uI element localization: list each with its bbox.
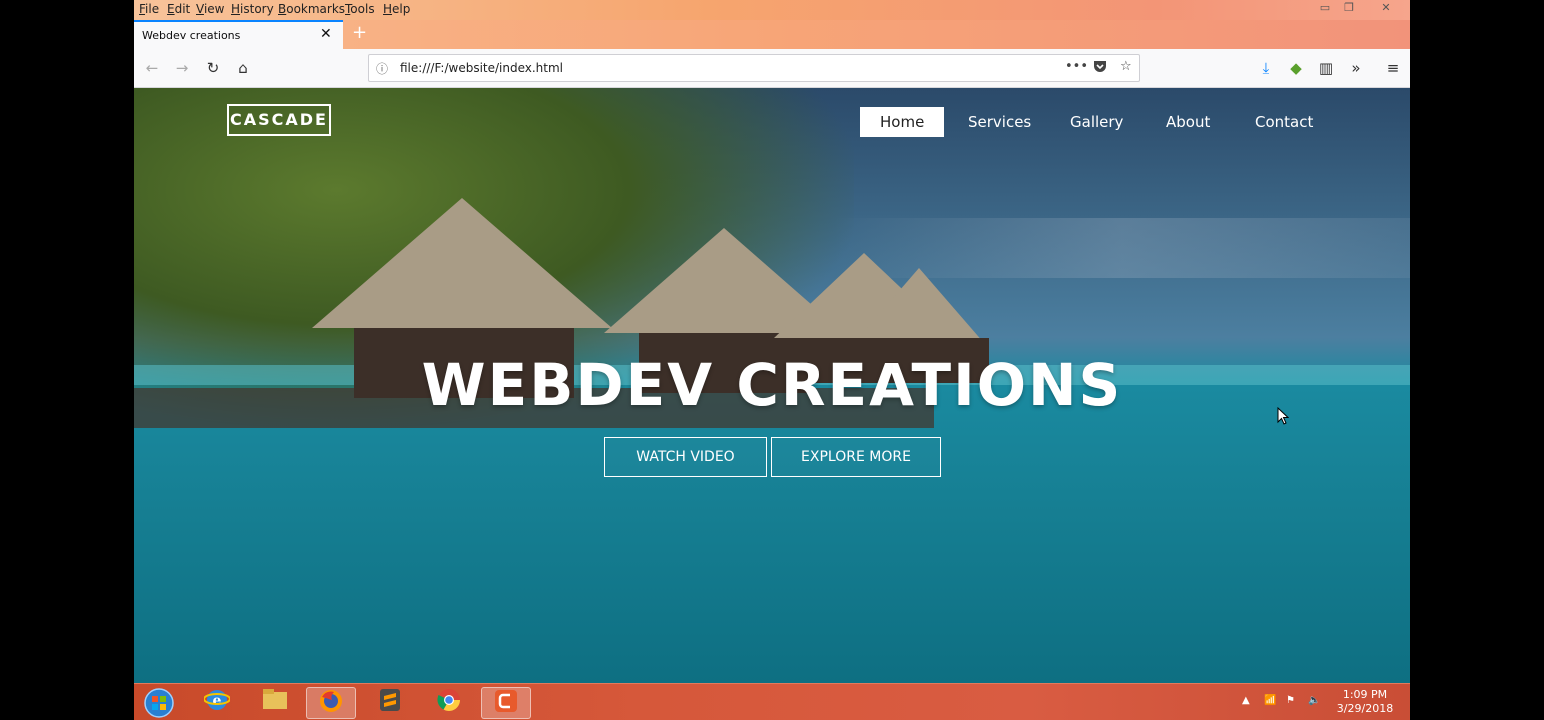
nav-services[interactable]: Services [968, 107, 1031, 137]
website-hero: CASCADE Home Services Gallery About Cont… [134, 88, 1410, 683]
url-bar[interactable]: ⓘ file:///F:/website/index.html ••• ☆ [368, 54, 1140, 82]
nav-about[interactable]: About [1166, 107, 1210, 137]
tab-title: Webdev creations [142, 29, 241, 42]
menu-edit[interactable]: Edit [167, 2, 190, 16]
explore-more-button[interactable]: EXPLORE MORE [771, 437, 941, 477]
menu-tools[interactable]: Tools [345, 2, 375, 16]
menu-history[interactable]: History [231, 2, 274, 16]
mouse-cursor-icon [1277, 407, 1289, 425]
menu-view[interactable]: View [196, 2, 224, 16]
clock-date: 3/29/2018 [1336, 702, 1394, 715]
menu-bookmarks[interactable]: Bookmarks [278, 2, 345, 16]
clock-time: 1:09 PM [1342, 688, 1388, 701]
firefox-icon[interactable] [306, 687, 356, 719]
menu-file[interactable]: File [139, 2, 159, 16]
menu-bar: File Edit View History Bookmarks Tools H… [134, 0, 1410, 20]
screen: File Edit View History Bookmarks Tools H… [134, 0, 1410, 720]
internet-explorer-icon[interactable]: e [192, 687, 242, 719]
back-icon[interactable]: ← [142, 58, 162, 78]
star-icon[interactable]: ☆ [1120, 59, 1132, 74]
menu-icon[interactable]: ≡ [1383, 58, 1403, 78]
tab-active[interactable]: Webdev creations ✕ [134, 20, 343, 49]
sidebar-icon[interactable]: ▥ [1316, 58, 1336, 78]
overflow-icon[interactable]: » [1346, 58, 1366, 78]
system-clock[interactable]: 1:09 PM 3/29/2018 [1330, 688, 1400, 716]
chrome-icon[interactable] [424, 687, 474, 719]
sublime-text-icon[interactable] [365, 687, 415, 719]
start-orb-icon[interactable] [134, 687, 184, 719]
network-icon[interactable]: 📶 [1264, 695, 1276, 706]
menu-help[interactable]: Help [383, 2, 410, 16]
close-icon[interactable]: ✕ [1374, 1, 1398, 14]
nav-contact[interactable]: Contact [1255, 107, 1313, 137]
reload-icon[interactable]: ↻ [203, 58, 223, 78]
restore-icon[interactable]: ❐ [1337, 1, 1361, 14]
home-icon[interactable]: ⌂ [233, 58, 253, 78]
nav-gallery[interactable]: Gallery [1070, 107, 1123, 137]
minimize-icon[interactable]: ▭ [1313, 1, 1337, 14]
svg-text:e: e [213, 693, 222, 709]
hut-roof [312, 198, 612, 328]
site-logo[interactable]: CASCADE [227, 104, 331, 136]
taskbar: e ▲ 📶 ⚑ 🔈 1:09 PM 3/29/2018 [134, 683, 1410, 720]
info-icon[interactable]: ⓘ [376, 60, 388, 77]
forward-icon[interactable]: → [172, 58, 192, 78]
navigation-bar: ← → ↻ ⌂ ⓘ file:///F:/website/index.html … [134, 49, 1410, 88]
tray-expand-icon[interactable]: ▲ [1242, 695, 1250, 706]
hut-roof [854, 268, 984, 343]
nav-home[interactable]: Home [860, 107, 945, 137]
watch-video-button[interactable]: WATCH VIDEO [604, 437, 767, 477]
volume-icon[interactable]: 🔈 [1308, 695, 1320, 706]
camtasia-icon[interactable] [481, 687, 531, 719]
tab-strip: Webdev creations ✕ + [134, 20, 1410, 49]
addon-icon[interactable]: ◆ [1286, 58, 1306, 78]
new-tab-button[interactable]: + [352, 22, 367, 43]
tab-close-icon[interactable]: ✕ [320, 26, 332, 42]
download-icon[interactable]: ⤓ [1256, 58, 1276, 78]
pocket-icon[interactable] [1093, 59, 1107, 77]
file-explorer-icon[interactable] [250, 687, 300, 719]
hero-title: WEBDEV CREATIONS [421, 351, 1123, 419]
page-actions-icon[interactable]: ••• [1065, 59, 1088, 74]
url-text[interactable]: file:///F:/website/index.html [400, 61, 563, 75]
action-center-icon[interactable]: ⚑ [1286, 695, 1295, 706]
